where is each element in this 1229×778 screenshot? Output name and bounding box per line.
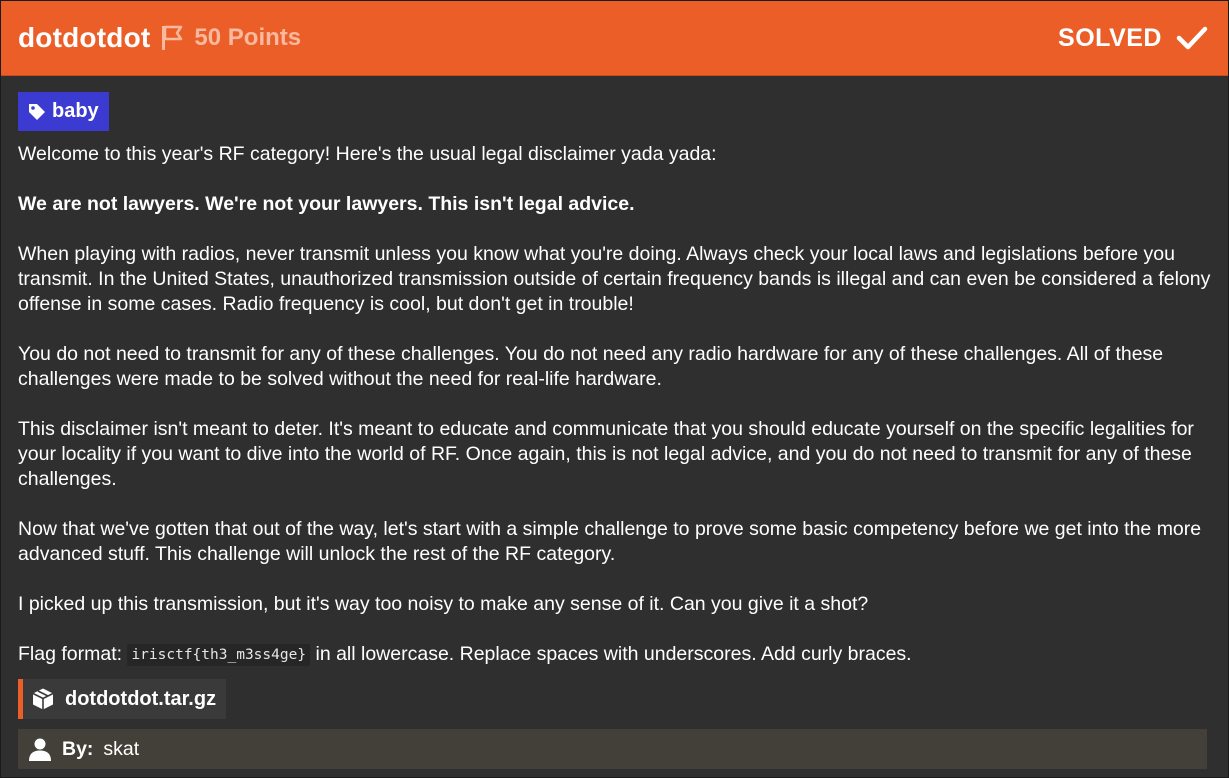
- tag-label: baby: [52, 100, 99, 122]
- flag-format-prefix: Flag format:: [18, 643, 128, 665]
- description-no-transmit: You do not need to transmit for any of t…: [18, 343, 1164, 390]
- challenge-panel: dotdotdot 50 Points SOLVED baby Welcome …: [0, 0, 1229, 778]
- solved-status: SOLVED: [1058, 24, 1208, 53]
- file-name: dotdotdot.tar.gz: [65, 687, 217, 710]
- description-flag-format: Flag format: irisctf{th3_m3ss4ge} in all…: [18, 642, 1211, 669]
- flag-format-code: irisctf{th3_m3ss4ge}: [127, 644, 311, 666]
- author-name: skat: [103, 737, 140, 760]
- file-download-link[interactable]: dotdotdot.tar.gz: [18, 679, 227, 719]
- title-group: dotdotdot 50 Points: [18, 22, 301, 54]
- tag-icon: [28, 103, 46, 121]
- description-disclaimer: We are not lawyers. We're not your lawye…: [18, 193, 635, 215]
- challenge-header: dotdotdot 50 Points SOLVED: [1, 1, 1228, 76]
- user-icon: [28, 737, 52, 761]
- flag-format-suffix: in all lowercase. Replace spaces with un…: [310, 643, 912, 665]
- description-transmission: I picked up this transmission, but it's …: [18, 593, 869, 615]
- flag-icon: [160, 25, 184, 51]
- check-icon: [1176, 25, 1208, 51]
- points-value: 50 Points: [194, 24, 302, 51]
- description-deter: This disclaimer isn't meant to deter. It…: [18, 418, 1194, 490]
- tag-baby[interactable]: baby: [18, 92, 109, 131]
- description-challenge: Now that we've gotten that out of the wa…: [18, 518, 1202, 565]
- author-label: By:: [62, 737, 94, 760]
- solved-label: SOLVED: [1058, 23, 1162, 52]
- author-bar: By: skat: [18, 729, 1207, 769]
- package-icon: [31, 687, 55, 711]
- description-intro: Welcome to this year's RF category! Here…: [18, 143, 717, 165]
- challenge-body: baby Welcome to this year's RF category!…: [1, 76, 1228, 769]
- challenge-description: Welcome to this year's RF category! Here…: [18, 142, 1211, 669]
- challenge-title: dotdotdot: [18, 22, 151, 53]
- description-radios: When playing with radios, never transmit…: [18, 243, 1211, 315]
